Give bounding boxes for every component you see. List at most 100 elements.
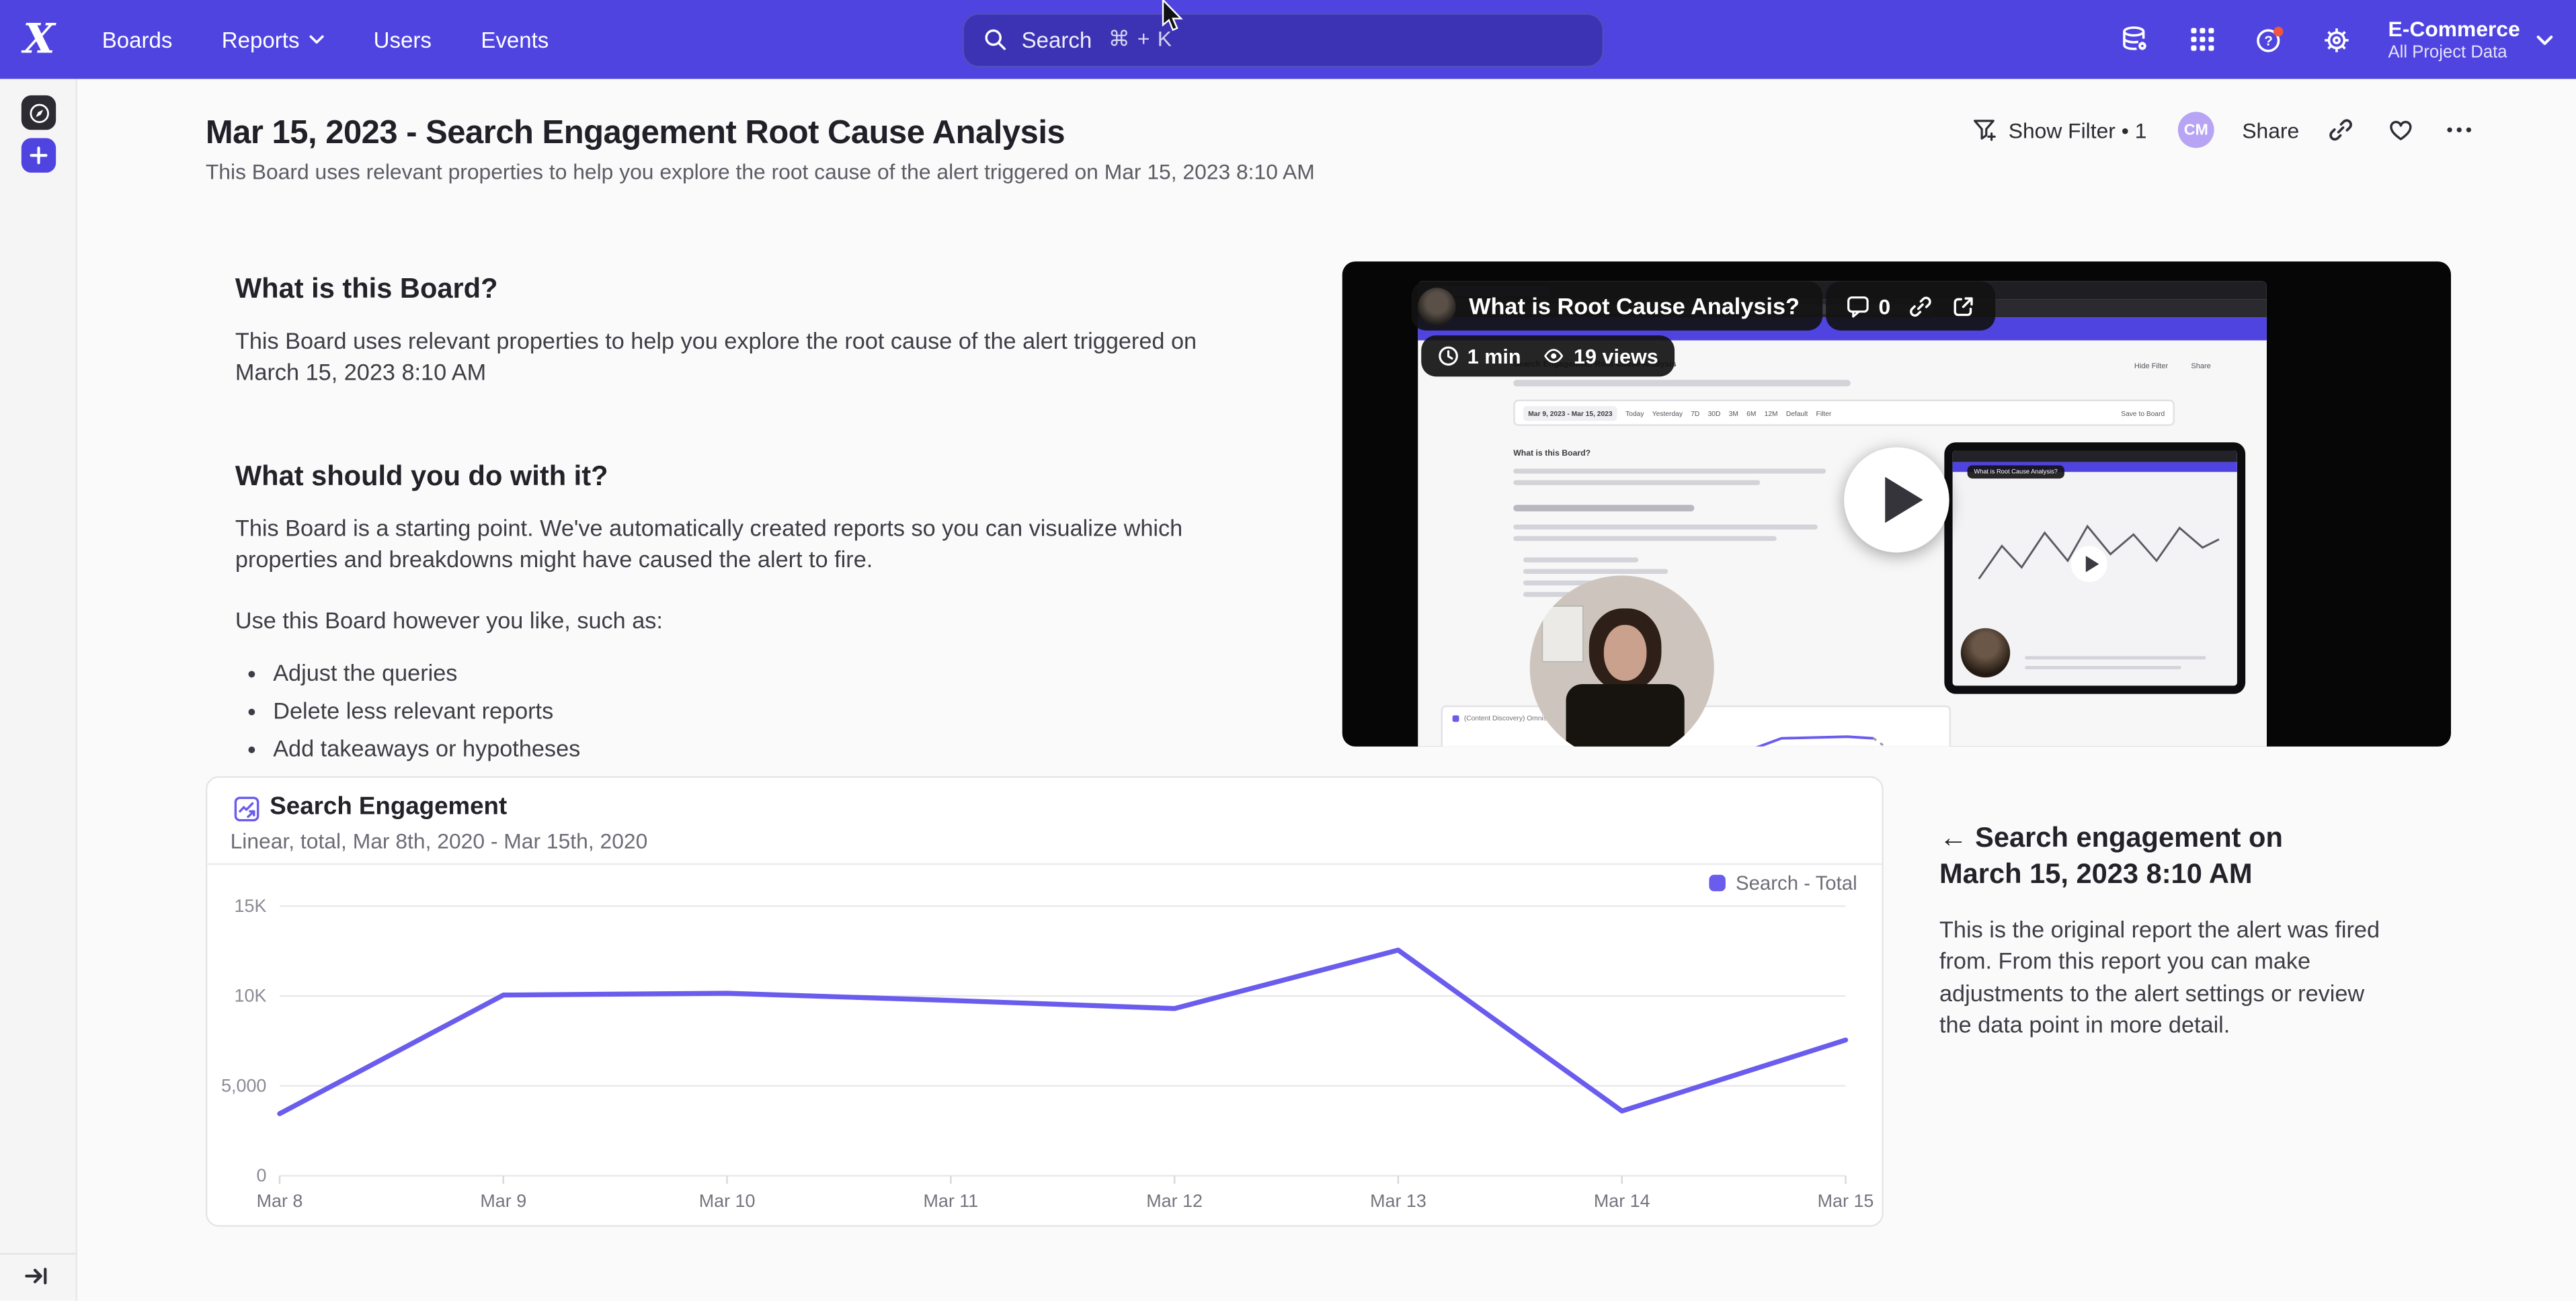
filter-funnel-icon bbox=[1972, 118, 1997, 142]
search-shortcut: ⌘ + K bbox=[1109, 26, 1172, 52]
board-actions: Show Filter • 1 CM Share bbox=[1972, 109, 2474, 152]
thumb-range-button: Today bbox=[1625, 409, 1644, 417]
thumb-date-toolbar: Mar 9, 2023 - Mar 15, 2023 Today Yesterd… bbox=[1513, 400, 2175, 426]
video-duration: 1 min bbox=[1467, 345, 1521, 368]
wall-frame bbox=[1541, 605, 1584, 663]
svg-text:15K: 15K bbox=[235, 896, 267, 916]
more-options-button[interactable] bbox=[2446, 116, 2474, 144]
thumb-text-line bbox=[1513, 525, 1818, 530]
presenter-webcam-circle bbox=[1530, 575, 1714, 746]
thumb-range-button: 7D bbox=[1691, 409, 1699, 417]
nested-text-line bbox=[2025, 665, 2181, 669]
thumb-range-button: 6M bbox=[1746, 409, 1756, 417]
notification-dot bbox=[2273, 26, 2284, 36]
video-stats-pill: 1 min 19 views bbox=[1421, 335, 1675, 376]
chevron-down-icon bbox=[309, 34, 324, 44]
comment-count: 0 bbox=[1878, 294, 1890, 319]
list-item: Add takeaways or hypotheses bbox=[273, 733, 1242, 763]
mixpanel-logo-icon[interactable]: X bbox=[22, 18, 61, 61]
page-title: Mar 15, 2023 - Search Engagement Root Ca… bbox=[206, 115, 1065, 153]
chevron-down-icon bbox=[2536, 34, 2552, 45]
svg-text:Mar 10: Mar 10 bbox=[699, 1191, 756, 1211]
report-card-search-engagement: Search Engagement Linear, total, Mar 8th… bbox=[206, 776, 1884, 1226]
settings-gear-icon[interactable] bbox=[2321, 23, 2353, 56]
nav-label: Events bbox=[481, 27, 549, 52]
insights-report-icon bbox=[233, 796, 259, 822]
nav-label: Boards bbox=[102, 27, 173, 52]
video-views: 19 views bbox=[1574, 345, 1658, 368]
user-avatar[interactable]: CM bbox=[2178, 112, 2214, 148]
report-subtitle: Linear, total, Mar 8th, 2020 - Mar 15th,… bbox=[231, 829, 648, 853]
card-divider bbox=[207, 864, 1882, 865]
thumb-section-heading: What is this Board? bbox=[1513, 449, 1591, 459]
nav-item-reports[interactable]: Reports bbox=[222, 27, 324, 52]
thumb-range-button: 30D bbox=[1708, 409, 1721, 417]
video-player[interactable]: Search Engagement Root Cause Analysis Hi… bbox=[1342, 261, 2451, 747]
favorite-button[interactable] bbox=[2386, 116, 2415, 144]
search-input[interactable]: Search ⌘ + K bbox=[962, 12, 1603, 67]
project-switcher[interactable]: E-Commerce All Project Data bbox=[2388, 15, 2553, 63]
thumb-filter: Filter bbox=[1816, 409, 1832, 417]
eye-icon bbox=[1541, 345, 1566, 367]
report-title[interactable]: Search Engagement bbox=[270, 792, 507, 821]
nav-item-users[interactable]: Users bbox=[374, 27, 432, 52]
project-name: E-Commerce bbox=[2388, 15, 2520, 42]
svg-text:Mar 13: Mar 13 bbox=[1370, 1191, 1426, 1211]
copy-link-button[interactable] bbox=[2327, 116, 2356, 144]
nav-item-events[interactable]: Events bbox=[481, 27, 549, 52]
engagement-line-chart[interactable]: 05,00010K15KMar 8Mar 9Mar 10Mar 11Mar 12… bbox=[217, 883, 1876, 1222]
compass-icon bbox=[27, 101, 50, 124]
apps-grid-icon[interactable] bbox=[2186, 23, 2219, 56]
link-icon bbox=[2328, 117, 2354, 143]
nested-play-button bbox=[2071, 546, 2107, 582]
thumb-bullet-line bbox=[1523, 569, 1668, 574]
svg-text:Mar 8: Mar 8 bbox=[257, 1191, 303, 1211]
annotation-body: This is the original report the alert wa… bbox=[1939, 914, 2380, 1041]
share-button[interactable]: Share bbox=[2242, 118, 2299, 142]
page-subtitle: This Board uses relevant properties to h… bbox=[206, 159, 1315, 184]
thumb-date-range: Mar 9, 2023 - Mar 15, 2023 bbox=[1523, 405, 1617, 420]
data-management-icon[interactable] bbox=[2118, 23, 2151, 56]
thumb-range-button: 12M bbox=[1765, 409, 1778, 417]
svg-text:5,000: 5,000 bbox=[221, 1075, 266, 1095]
section-heading: What should you do with it? bbox=[235, 460, 1242, 493]
play-button[interactable] bbox=[1844, 448, 1949, 553]
thumb-share: Share bbox=[2191, 362, 2210, 370]
presenter-body bbox=[1566, 684, 1685, 747]
thumb-text-line bbox=[1513, 536, 1777, 541]
nested-screen: What is Root Cause Analysis? bbox=[1953, 450, 2237, 685]
legend-swatch bbox=[1453, 714, 1459, 721]
link-icon[interactable] bbox=[1908, 294, 1933, 319]
project-labels: E-Commerce All Project Data bbox=[2388, 15, 2520, 63]
show-filter-button[interactable]: Show Filter • 1 bbox=[1972, 118, 2146, 142]
comment-icon[interactable] bbox=[1846, 294, 1871, 319]
thumb-report-line bbox=[1453, 722, 1939, 747]
nav-label: Reports bbox=[222, 27, 300, 52]
video-title-pill: What is Root Cause Analysis? bbox=[1412, 281, 1823, 330]
help-icon[interactable]: ? bbox=[2253, 23, 2286, 56]
nested-video-title: What is Root Cause Analysis? bbox=[1968, 465, 2064, 478]
video-title: What is Root Cause Analysis? bbox=[1469, 293, 1800, 319]
nav-utilities: ? E-Commerce All Project Data bbox=[2118, 0, 2553, 79]
svg-text:0: 0 bbox=[256, 1165, 266, 1185]
thumb-nested-video-frame: What is Root Cause Analysis? bbox=[1944, 442, 2245, 694]
heart-icon bbox=[2386, 117, 2415, 143]
show-filter-label: Show Filter • 1 bbox=[2009, 118, 2147, 142]
thumb-save-to-board: Save to Board bbox=[2121, 409, 2165, 417]
open-external-icon[interactable] bbox=[1951, 294, 1976, 319]
nested-text-line bbox=[2025, 655, 2206, 659]
nested-chrome bbox=[1953, 450, 2237, 462]
svg-text:X: X bbox=[22, 18, 56, 61]
section-heading: What is this Board? bbox=[235, 273, 1242, 306]
discover-compass-button[interactable] bbox=[22, 95, 56, 130]
app-window: X Boards Reports Users Events Search ⌘ +… bbox=[0, 0, 2576, 1301]
video-views-group: 19 views bbox=[1541, 345, 1658, 368]
nav-item-boards[interactable]: Boards bbox=[102, 27, 173, 52]
share-label: Share bbox=[2242, 118, 2299, 142]
add-board-button[interactable] bbox=[22, 138, 56, 173]
presenter-avatar bbox=[1418, 287, 1455, 325]
thumb-text-line bbox=[1513, 480, 1760, 485]
project-scope: All Project Data bbox=[2388, 42, 2520, 63]
expand-sidebar-icon[interactable] bbox=[25, 1265, 48, 1288]
primary-nav: Boards Reports Users Events bbox=[102, 0, 549, 79]
